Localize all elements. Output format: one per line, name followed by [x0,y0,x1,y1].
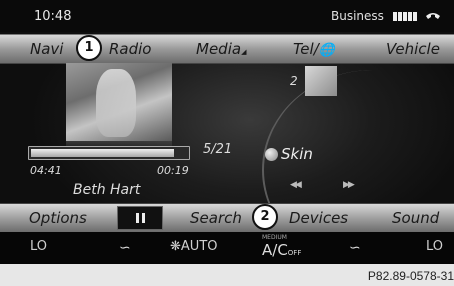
skin-option[interactable]: Skin [265,145,313,163]
callout-2: 2 [252,204,278,230]
options-button[interactable]: Options [29,209,87,227]
next-album-cover[interactable] [305,66,337,96]
elapsed-time: 04:41 [30,164,62,177]
status-bar: 10:48 Business [0,0,454,32]
menu-radio[interactable]: Radio [109,40,151,58]
track-count: 5/21 [203,142,233,157]
progress-bar [28,146,190,160]
artist-name: Beth Hart [73,182,141,198]
phone-icon [426,13,440,19]
left-temperature: LO [30,239,48,254]
ac-off-label: OFF [287,249,302,257]
skip-back-icon[interactable]: ◀◀ [290,180,302,190]
album-cover [66,63,172,141]
ac-label: A/C [262,241,288,259]
signal-bars-icon [393,12,417,21]
search-button[interactable]: Search [190,209,242,227]
pause-icon[interactable] [117,206,163,230]
globe-icon: 🌐 [318,43,335,58]
ac-medium-label: MEDIUM [262,234,287,241]
next-track-number: 2 [290,74,298,88]
bottom-menu: Options Search Devices Sound [0,203,454,233]
right-temperature: LO [426,239,444,254]
seat-heat-right-icon[interactable]: ∽ [349,240,361,256]
fan-icon: ❋ [170,239,181,254]
network-name: Business [331,9,384,23]
main-menu: Navi Radio Media◢ Tel/🌐 Vehicle [0,34,454,64]
seat-heat-left-icon[interactable]: ∽ [119,240,131,256]
callout-1: 1 [76,35,102,61]
menu-navi[interactable]: Navi [30,40,63,58]
remaining-time: 00:19 [157,164,189,177]
fan-mode[interactable]: ❋AUTO [170,239,218,254]
menu-media[interactable]: Media◢ [196,40,246,58]
infotainment-screen: 10:48 Business Navi Radio Media◢ Tel/🌐 V… [0,0,454,264]
menu-tel-label: Tel/ [293,40,319,58]
sound-button[interactable]: Sound [392,209,439,227]
climate-bar: LO ∽ ❋AUTO MEDIUM A/COFF ∽ LO [0,232,454,264]
skin-radio[interactable] [265,147,278,161]
figure-reference: P82.89-0578-31 [367,269,454,283]
menu-media-label: Media [196,40,242,58]
skip-forward-icon[interactable]: ▶▶ [343,180,355,190]
clock: 10:48 [34,9,72,24]
fan-mode-label: AUTO [180,239,218,254]
menu-tel[interactable]: Tel/🌐 [293,40,335,58]
ac-button[interactable]: A/COFF [262,241,301,259]
devices-button[interactable]: Devices [289,209,348,227]
skin-label: Skin [281,145,313,163]
menu-vehicle[interactable]: Vehicle [386,40,440,58]
